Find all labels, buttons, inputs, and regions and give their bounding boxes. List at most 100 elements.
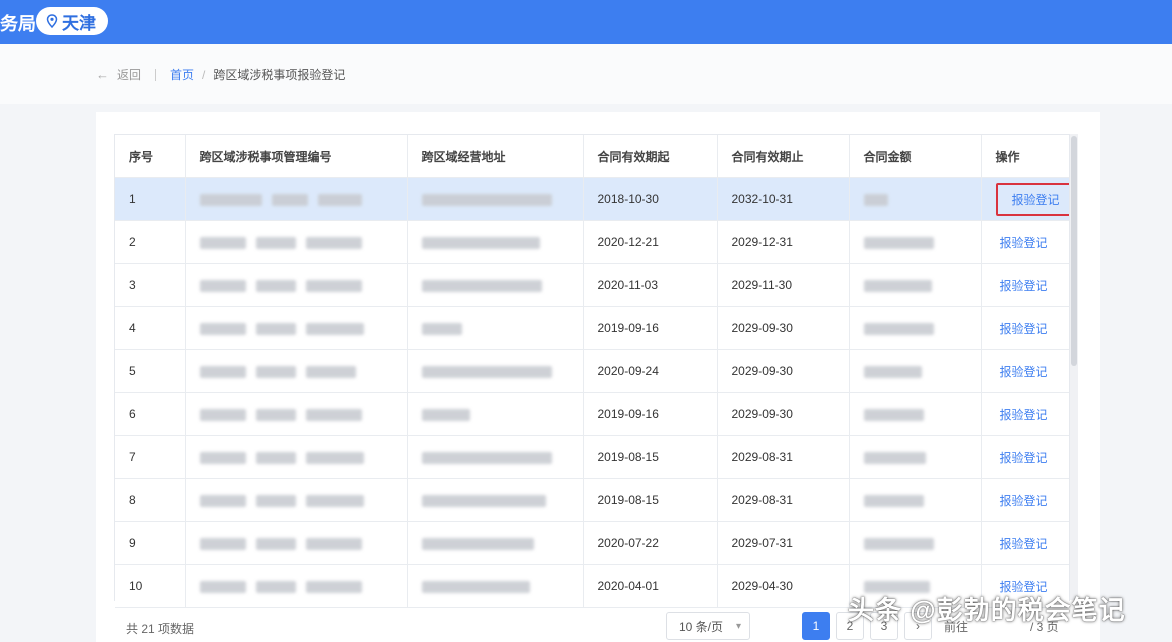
- scrollbar-thumb[interactable]: [1071, 136, 1077, 366]
- redacted-code: [185, 220, 408, 264]
- redacted-code: [185, 177, 408, 221]
- row-index: 1: [115, 177, 186, 221]
- row-index: 7: [115, 435, 186, 479]
- redacted-amount: [849, 263, 982, 307]
- table-row[interactable]: 8 2019-08-15 2029-08-31 报验登记: [115, 478, 1069, 522]
- action-cell: 报验登记: [981, 435, 1069, 479]
- header-end-date: 合同有效期止: [717, 135, 850, 178]
- redacted-amount: [849, 521, 982, 565]
- redacted-address: [407, 177, 584, 221]
- watermark-text: 头条 @彭勃的税会笔记: [848, 595, 1126, 625]
- redacted-address: [407, 263, 584, 307]
- action-cell: 报验登记: [981, 263, 1069, 307]
- header-start-date: 合同有效期起: [583, 135, 718, 178]
- row-index: 3: [115, 263, 186, 307]
- redacted-amount: [849, 435, 982, 479]
- action-cell: 报验登记: [981, 478, 1069, 522]
- row-start-date: 2020-07-22: [583, 521, 718, 565]
- breadcrumb-divider: [155, 68, 157, 81]
- redacted-amount: [849, 478, 982, 522]
- row-index: 5: [115, 349, 186, 393]
- back-link[interactable]: 返回: [117, 66, 141, 83]
- city-name: 天津: [62, 13, 96, 33]
- page-button-1[interactable]: 1: [802, 612, 830, 640]
- redacted-address: [407, 435, 584, 479]
- redacted-address: [407, 392, 584, 436]
- city-selector[interactable]: 天津: [36, 7, 108, 35]
- row-index: 10: [115, 564, 186, 608]
- redacted-address: [407, 478, 584, 522]
- redacted-code: [185, 478, 408, 522]
- total-count: 共 21 项数据: [126, 622, 195, 636]
- register-button[interactable]: 报验登记: [1000, 451, 1048, 465]
- row-end-date: 2029-09-30: [717, 392, 850, 436]
- redacted-amount: [849, 220, 982, 264]
- header-amount: 合同金额: [849, 135, 982, 178]
- action-cell: 报验登记: [981, 521, 1069, 565]
- register-button[interactable]: 报验登记: [1000, 322, 1048, 336]
- back-arrow-icon[interactable]: ←: [96, 67, 109, 82]
- action-cell: 报验登记: [981, 220, 1069, 264]
- redacted-address: [407, 306, 584, 350]
- redacted-code: [185, 349, 408, 393]
- redacted-amount: [849, 306, 982, 350]
- table-row[interactable]: 9 2020-07-22 2029-07-31 报验登记: [115, 521, 1069, 565]
- row-start-date: 2020-09-24: [583, 349, 718, 393]
- table-row[interactable]: 7 2019-08-15 2029-08-31 报验登记: [115, 435, 1069, 479]
- redacted-amount: [849, 349, 982, 393]
- chevron-down-icon: ▾: [735, 621, 741, 632]
- redacted-address: [407, 564, 584, 608]
- row-start-date: 2019-09-16: [583, 306, 718, 350]
- table-row[interactable]: 4 2019-09-16 2029-09-30 报验登记: [115, 306, 1069, 350]
- row-index: 9: [115, 521, 186, 565]
- row-start-date: 2019-08-15: [583, 478, 718, 522]
- redacted-code: [185, 435, 408, 479]
- register-button[interactable]: 报验登记: [1000, 494, 1048, 508]
- page-size-value: 10 条/页: [679, 619, 724, 634]
- row-end-date: 2029-12-31: [717, 220, 850, 264]
- breadcrumb-separator: /: [202, 67, 206, 82]
- row-index: 8: [115, 478, 186, 522]
- table-row[interactable]: 5 2020-09-24 2029-09-30 报验登记: [115, 349, 1069, 393]
- register-button[interactable]: 报验登记: [1000, 236, 1048, 250]
- row-end-date: 2029-11-30: [717, 263, 850, 307]
- breadcrumb-current: 跨区域涉税事项报验登记: [213, 68, 346, 82]
- table-scrollbar[interactable]: [1070, 134, 1078, 600]
- redacted-amount: [849, 392, 982, 436]
- redacted-code: [185, 564, 408, 608]
- registration-table: 序号 跨区域涉税事项管理编号 跨区域经营地址 合同有效期起 合同有效期止 合同金…: [114, 134, 1070, 608]
- redacted-address: [407, 521, 584, 565]
- register-button[interactable]: 报验登记: [1000, 408, 1048, 422]
- row-index: 4: [115, 306, 186, 350]
- table-row[interactable]: 1 2018-10-30 2032-10-31 报验登记: [115, 177, 1069, 221]
- row-start-date: 2020-11-03: [583, 263, 718, 307]
- action-cell: 报验登记: [981, 349, 1069, 393]
- table-row[interactable]: 6 2019-09-16 2029-09-30 报验登记: [115, 392, 1069, 436]
- row-end-date: 2029-04-30: [717, 564, 850, 608]
- header-action: 操作: [981, 135, 1069, 178]
- register-button[interactable]: 报验登记: [1000, 279, 1048, 293]
- top-bar: 务局 天津: [0, 0, 1172, 44]
- row-index: 6: [115, 392, 186, 436]
- row-end-date: 2032-10-31: [717, 177, 850, 221]
- header-address: 跨区域经营地址: [407, 135, 584, 178]
- redacted-code: [185, 392, 408, 436]
- register-button[interactable]: 报验登记: [1000, 537, 1048, 551]
- table-header-row: 序号 跨区域涉税事项管理编号 跨区域经营地址 合同有效期起 合同有效期止 合同金…: [115, 135, 1069, 178]
- location-pin-icon: [46, 14, 58, 28]
- page-size-select[interactable]: 10 条/页 ▾: [666, 612, 750, 640]
- brand-title: 务局: [0, 14, 36, 34]
- table-row[interactable]: 3 2020-11-03 2029-11-30 报验登记: [115, 263, 1069, 307]
- row-index: 2: [115, 220, 186, 264]
- breadcrumb: ← 返回 首页 / 跨区域涉税事项报验登记: [96, 66, 345, 83]
- header-index: 序号: [115, 135, 186, 178]
- redacted-address: [407, 220, 584, 264]
- row-start-date: 2020-12-21: [583, 220, 718, 264]
- redacted-code: [185, 306, 408, 350]
- register-button[interactable]: 报验登记: [1000, 365, 1048, 379]
- register-button[interactable]: 报验登记: [995, 182, 1069, 216]
- redacted-code: [185, 263, 408, 307]
- breadcrumb-home[interactable]: 首页: [170, 66, 194, 83]
- table-row[interactable]: 2 2020-12-21 2029-12-31 报验登记: [115, 220, 1069, 264]
- row-end-date: 2029-08-31: [717, 478, 850, 522]
